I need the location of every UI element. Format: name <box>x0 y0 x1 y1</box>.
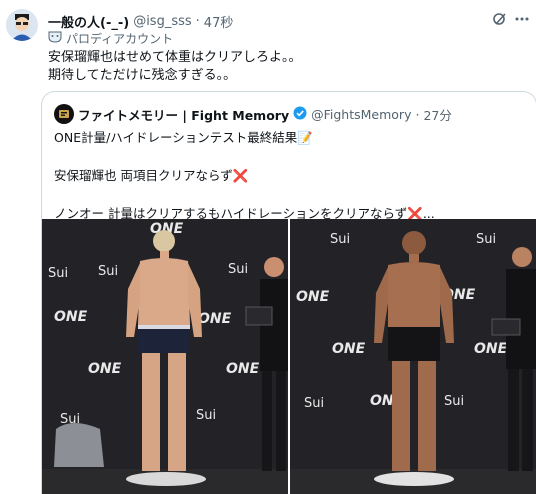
handle[interactable]: @isg_sss <box>133 14 191 29</box>
more-icon[interactable] <box>514 11 530 31</box>
parody-mask-icon <box>48 31 62 46</box>
verified-badge-icon <box>293 106 307 123</box>
quoted-header: ファイトメモリー | Fight Memory @FightsMemory · … <box>54 104 452 124</box>
display-name[interactable]: 一般の人(-_-) <box>48 12 129 31</box>
media-grid: ONE ONE ONE ONE ONE Sui Sui Sui Sui Sui <box>42 219 536 494</box>
banner-one-text: ONE <box>296 289 330 305</box>
banner-sui-text: Sui <box>304 396 324 411</box>
quoted-avatar[interactable] <box>54 104 74 124</box>
quoted-display-name[interactable]: ファイトメモリー | Fight Memory <box>78 105 289 124</box>
tweet-text: 安保瑠輝也はせめて体重はクリアしろよ。。 期待してただけに残念すぎる。。 <box>48 50 302 83</box>
banner-sui-text: Sui <box>98 264 118 279</box>
banner-sui-text: Sui <box>330 232 350 247</box>
avatar[interactable] <box>6 9 38 41</box>
quoted-tweet[interactable]: ファイトメモリー | Fight Memory @FightsMemory · … <box>41 91 536 494</box>
parody-text: パロディアカウント <box>66 32 174 46</box>
quoted-text: ONE計量/ハイドレーションテスト最終結果📝 安保瑠輝也 両項目クリアならず❌ … <box>54 128 524 223</box>
separator-dot: · <box>415 106 420 122</box>
quoted-line-2-text: 安保瑠輝也 両項目クリアならず <box>54 168 233 183</box>
quoted-line-1: ONE計量/ハイドレーションテスト最終結果📝 <box>54 130 313 145</box>
tweet-header: 一般の人(-_-) @isg_sss · 47秒 <box>48 11 530 31</box>
banner-sui-text: Sui <box>228 262 248 277</box>
photo-weigh-in-right[interactable]: ONE ONE ONE ONE ONE Sui Sui Sui Sui <box>290 219 536 494</box>
banner-sui-text: Sui <box>196 408 216 423</box>
banner-one-text: ONE <box>54 309 88 325</box>
banner-one-text: ONE <box>88 361 122 377</box>
banner-sui-text: Sui <box>444 394 464 409</box>
banner-one-text: ONE <box>332 341 366 357</box>
timestamp[interactable]: 47秒 <box>204 12 234 31</box>
banner-sui-text: Sui <box>476 232 496 247</box>
photo-weigh-in-left[interactable]: ONE ONE ONE ONE ONE Sui Sui Sui Sui Sui <box>42 219 288 494</box>
banner-one-text: ONE <box>474 341 508 357</box>
cross-mark-icon: ❌ <box>232 168 249 183</box>
banner-one-text: ONE <box>226 361 260 377</box>
separator-dot: · <box>195 13 200 29</box>
quoted-handle[interactable]: @FightsMemory <box>311 107 411 122</box>
grok-icon[interactable] <box>492 11 508 31</box>
banner-sui-text: Sui <box>48 266 68 281</box>
quoted-timestamp[interactable]: 27分 <box>423 105 451 124</box>
banner-one-text: ONE <box>198 311 232 327</box>
parody-label: パロディアカウント <box>48 30 173 47</box>
quoted-line-2: 安保瑠輝也 両項目クリアならず❌ <box>54 166 524 185</box>
